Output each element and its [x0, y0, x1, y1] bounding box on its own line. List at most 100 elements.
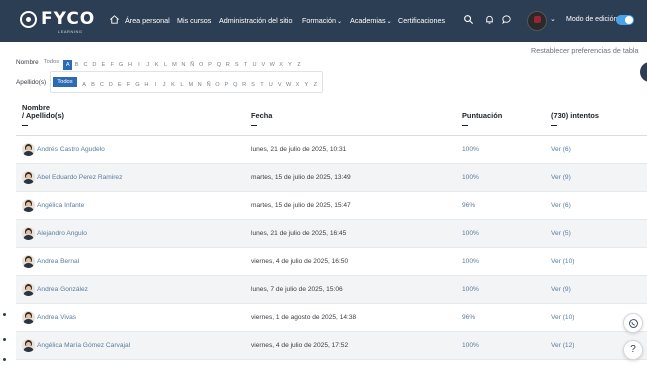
first-name-letter[interactable]: R [223, 62, 232, 68]
nav-item-academias[interactable]: Academias⌄ [350, 16, 392, 25]
last-name-letter[interactable]: Ñ [204, 82, 213, 88]
last-name-letter[interactable]: G [133, 82, 142, 88]
column-header-attempts[interactable]: (730) intentos [551, 112, 599, 126]
view-attempts-link[interactable]: Ver (6) [551, 146, 571, 153]
view-attempts-link[interactable]: Ver (5) [551, 230, 571, 237]
edit-mode-toggle[interactable] [616, 15, 634, 25]
first-name-letter[interactable]: H [126, 62, 135, 68]
user-avatar[interactable] [22, 311, 35, 324]
first-name-letter[interactable]: U [250, 62, 259, 68]
last-name-letter[interactable]: Q [231, 82, 240, 88]
column-header-date[interactable]: Fecha [251, 112, 272, 126]
last-name-letter[interactable]: W [284, 82, 293, 88]
column-header-score[interactable]: Puntuación [462, 112, 502, 126]
last-name-letter[interactable]: D [106, 82, 115, 88]
first-name-letter[interactable]: D [90, 62, 99, 68]
user-menu-chevron-icon[interactable]: ⌄ [550, 15, 556, 23]
last-name-letter[interactable]: P [222, 82, 231, 88]
first-name-letter[interactable]: J [143, 62, 152, 68]
help-button[interactable]: ? [623, 340, 643, 360]
first-name-letter[interactable]: L [161, 62, 170, 68]
last-name-letter[interactable]: X [293, 82, 302, 88]
nav-item-area-personal[interactable]: Área personal [125, 16, 170, 25]
user-avatar[interactable] [22, 339, 35, 352]
whatsapp-button[interactable] [623, 313, 643, 333]
user-name-link[interactable]: Andrea Vivas [37, 314, 76, 321]
column-header-name[interactable]: Nombre / Apellido(s) [22, 104, 64, 126]
last-name-letter[interactable]: Y [302, 82, 311, 88]
user-name-link[interactable]: Andrés Castro Agudelo [37, 146, 105, 153]
user-avatar[interactable] [22, 143, 35, 156]
nav-item-certificaciones[interactable]: Certificaciones [398, 16, 445, 25]
first-name-letter[interactable]: K [152, 62, 161, 68]
last-name-letter[interactable]: I [151, 82, 160, 88]
first-name-letter[interactable]: T [241, 62, 250, 68]
first-name-letter[interactable]: W [268, 62, 277, 68]
user-avatar[interactable] [22, 255, 35, 268]
last-name-letter[interactable]: K [169, 82, 178, 88]
user-name-link[interactable]: Angélica Infante [37, 202, 84, 209]
first-name-letter[interactable]: B [72, 62, 81, 68]
last-name-letter[interactable]: F [124, 82, 133, 88]
user-name-link[interactable]: Alejandro Angulo [37, 230, 87, 237]
user-name-link[interactable]: Andrea Bernal [37, 258, 79, 265]
first-name-letter[interactable]: M [170, 62, 179, 68]
home-icon[interactable] [109, 14, 120, 25]
first-name-letter[interactable]: G [117, 62, 126, 68]
view-attempts-link[interactable]: Ver (9) [551, 286, 571, 293]
last-name-letter[interactable]: E [115, 82, 124, 88]
first-name-letter[interactable]: Q [214, 62, 223, 68]
nav-item-administracion[interactable]: Administración del sitio [219, 16, 293, 25]
view-attempts-link[interactable]: Ver (6) [551, 202, 571, 209]
search-icon[interactable] [463, 14, 474, 25]
user-name-link[interactable]: Abel Eduardo Perez Ramirez [37, 174, 122, 181]
first-name-letter[interactable]: S [232, 62, 241, 68]
first-name-letter[interactable]: Z [294, 62, 303, 68]
last-name-letter[interactable]: L [177, 82, 186, 88]
first-name-letter[interactable]: Ñ [188, 62, 197, 68]
first-name-letter[interactable]: E [99, 62, 108, 68]
view-attempts-link[interactable]: Ver (9) [551, 174, 571, 181]
user-avatar[interactable] [527, 11, 547, 31]
view-attempts-link[interactable]: Ver (12) [551, 342, 574, 349]
first-name-letter[interactable]: Y [286, 62, 295, 68]
user-avatar[interactable] [22, 283, 35, 296]
last-name-letter[interactable]: R [240, 82, 249, 88]
first-name-all-option[interactable]: Todos [43, 59, 60, 65]
nav-item-mis-cursos[interactable]: Mis cursos [177, 16, 211, 25]
first-name-letter[interactable]: C [81, 62, 90, 68]
site-logo[interactable]: FYCO LEARNING [20, 9, 94, 35]
last-name-letter[interactable]: H [142, 82, 151, 88]
view-attempts-link[interactable]: Ver (10) [551, 314, 574, 321]
last-name-letter[interactable]: U [266, 82, 275, 88]
first-name-letter[interactable]: P [206, 62, 215, 68]
view-attempts-link[interactable]: Ver (10) [551, 258, 574, 265]
last-name-letter[interactable]: V [275, 82, 284, 88]
first-name-letter[interactable]: O [197, 62, 206, 68]
first-name-letter[interactable]: N [179, 62, 188, 68]
last-name-letter[interactable]: J [160, 82, 169, 88]
last-name-letter[interactable]: Z [311, 82, 320, 88]
last-name-letter[interactable]: O [213, 82, 222, 88]
drawer-toggle-button[interactable] [640, 62, 647, 82]
last-name-letter[interactable]: A [80, 82, 89, 88]
user-name-link[interactable]: Angélica María Gómez Carvajal [37, 342, 130, 349]
user-name-link[interactable]: Andrea González [37, 286, 88, 293]
last-name-letter[interactable]: M [186, 82, 195, 88]
first-name-letter[interactable]: X [277, 62, 286, 68]
user-avatar[interactable] [22, 171, 35, 184]
first-name-letter[interactable]: I [134, 62, 143, 68]
bell-icon[interactable] [484, 14, 495, 25]
last-name-letter[interactable]: C [97, 82, 106, 88]
chat-icon[interactable] [501, 14, 512, 25]
last-name-letter[interactable]: N [195, 82, 204, 88]
first-name-letter[interactable]: F [108, 62, 117, 68]
user-avatar[interactable] [22, 227, 35, 240]
last-name-letter[interactable]: S [249, 82, 258, 88]
user-avatar[interactable] [22, 199, 35, 212]
first-name-letter[interactable]: V [259, 62, 268, 68]
last-name-all-option[interactable]: Todos [53, 77, 77, 87]
last-name-letter[interactable]: T [257, 82, 266, 88]
reset-table-preferences-link[interactable]: Restablecer preferencias de tabla [531, 46, 638, 55]
last-name-letter[interactable]: B [89, 82, 98, 88]
